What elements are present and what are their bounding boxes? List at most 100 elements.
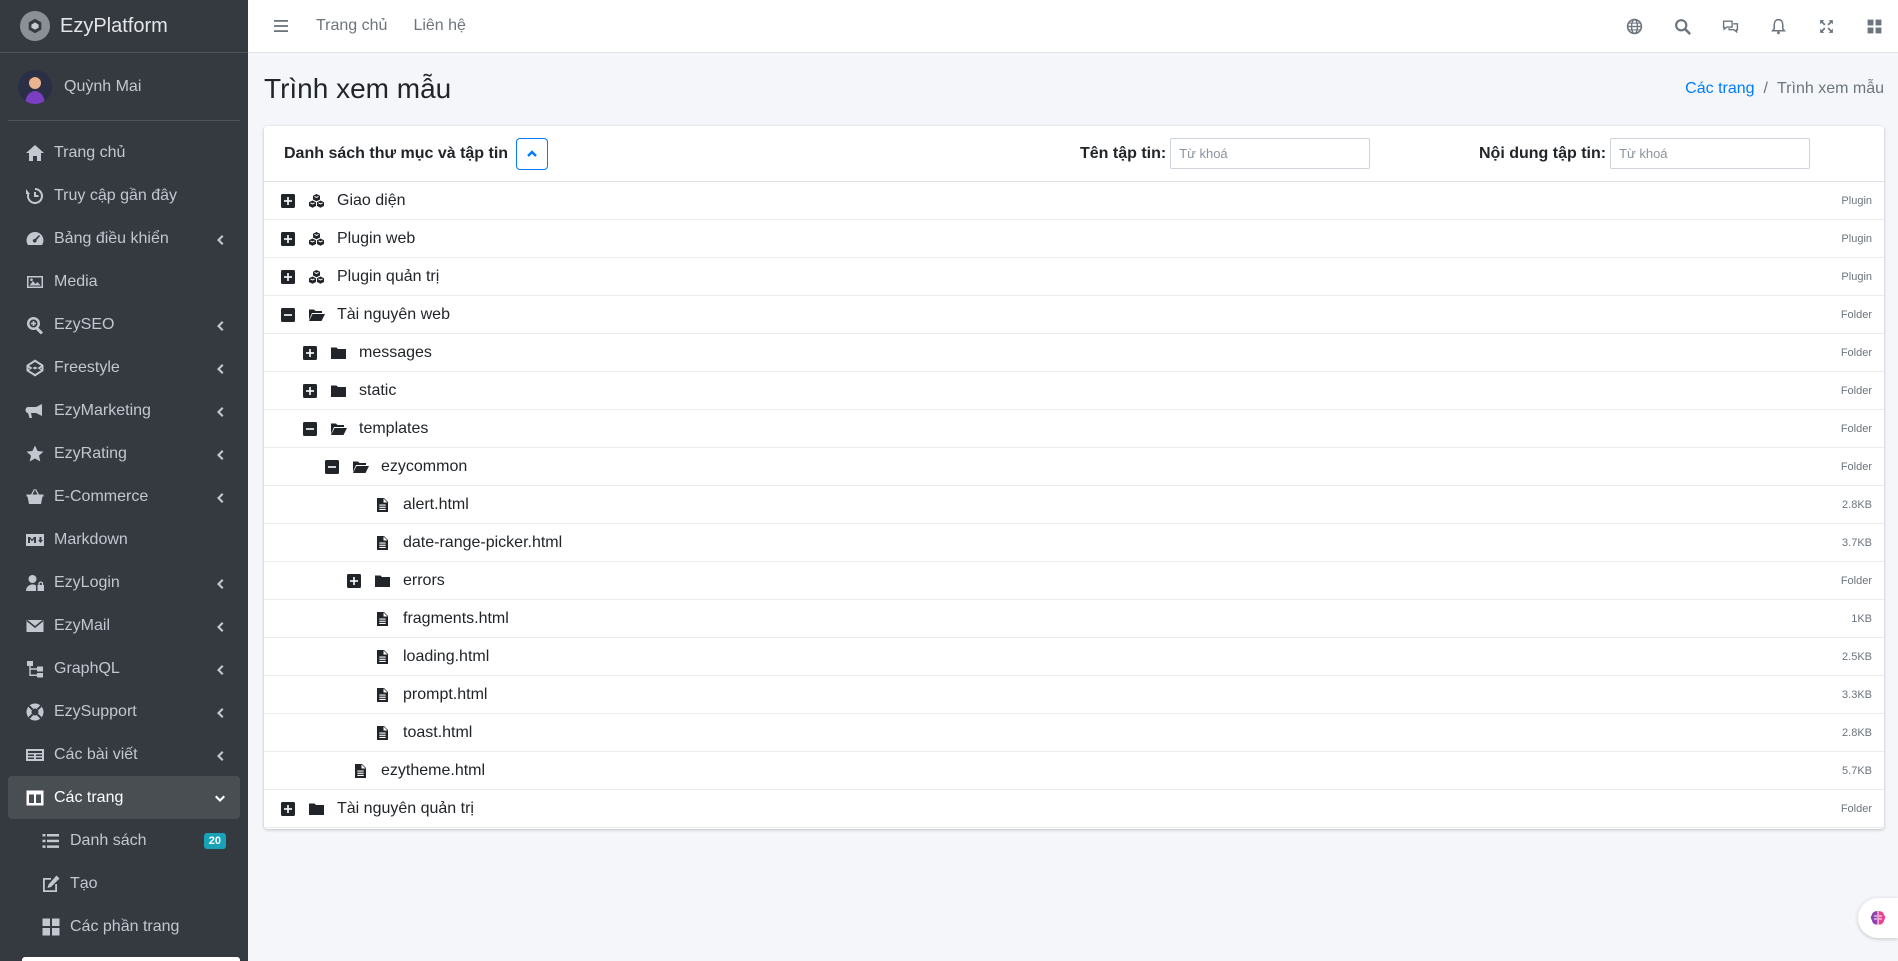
sidebar-item-các-phần-trang[interactable]: Các phần trang (8, 905, 240, 948)
language-button[interactable] (1610, 6, 1658, 46)
sidebar-item-label: Markdown (54, 530, 128, 548)
tree-item-name[interactable]: Plugin web (337, 230, 1841, 248)
sidebar-item-các-bài-viết[interactable]: Các bài viết (8, 733, 240, 776)
collapse-button[interactable] (516, 137, 549, 170)
sidebar-item-các-trang[interactable]: Các trang (8, 776, 240, 819)
expand-plus-icon[interactable] (281, 193, 295, 208)
sidebar-item-label: Tạo (70, 874, 98, 892)
folder-row[interactable]: messages Folder (264, 334, 1884, 372)
content-filter-label: Nội dung tập tin: (1479, 144, 1607, 162)
tree-item-name[interactable]: alert.html (403, 496, 1842, 514)
image-icon (24, 271, 46, 293)
chevron-up-icon (527, 149, 537, 157)
breadcrumb-separator: / (1763, 80, 1768, 97)
menu-toggle-button[interactable] (270, 15, 292, 37)
sidebar-item-markdown[interactable]: Markdown (8, 518, 240, 561)
sidebar-item-ezymarketing[interactable]: EzyMarketing (8, 389, 240, 432)
sidebar-item-ezyseo[interactable]: EzySEO (8, 303, 240, 346)
tree-item-name[interactable]: Tài nguyên web (337, 306, 1841, 324)
folder-row[interactable]: Plugin quản trị Plugin (264, 258, 1884, 296)
sidebar-item-label: Bảng điều khiển (54, 229, 169, 247)
expand-plus-icon[interactable] (303, 345, 317, 360)
sidebar-item-label: EzySupport (54, 702, 137, 720)
sidebar-item-freestyle[interactable]: Freestyle (8, 346, 240, 389)
expand-plus-icon[interactable] (303, 383, 317, 398)
brand-link[interactable]: EzyPlatform (0, 0, 248, 53)
file-row[interactable]: loading.html 2.5KB (264, 638, 1884, 676)
assistant-button[interactable] (1858, 898, 1898, 938)
user-name[interactable]: Quỳnh Mai (64, 78, 141, 96)
top-link-contact[interactable]: Liên hệ (413, 17, 466, 35)
tree-item-name[interactable]: messages (359, 344, 1841, 362)
sidebar-item-label: GraphQL (54, 659, 120, 677)
expand-plus-icon[interactable] (347, 573, 361, 588)
sidebar-item-media[interactable]: Media (8, 260, 240, 303)
sidebar-item-label: Các trang (54, 788, 124, 806)
collapse-minus-icon[interactable] (281, 307, 295, 322)
user-panel[interactable]: Quỳnh Mai (8, 53, 240, 121)
markdown-icon (24, 529, 46, 551)
folder-row[interactable]: errors Folder (264, 562, 1884, 600)
sidebar-item-danh-sách[interactable]: Danh sách 20 (8, 819, 240, 862)
tree-item-name[interactable]: errors (403, 572, 1841, 590)
item-type-label: Plugin (1841, 270, 1872, 283)
folder-row[interactable]: templates Folder (264, 410, 1884, 448)
folder-open-icon (329, 421, 347, 437)
expand-plus-icon[interactable] (281, 269, 295, 284)
tree-item-name[interactable]: prompt.html (403, 686, 1842, 704)
sidebar-item-ezyrating[interactable]: EzyRating (8, 432, 240, 475)
file-row[interactable]: alert.html 2.8KB (264, 486, 1884, 524)
folder-row[interactable]: Giao diện Plugin (264, 182, 1884, 220)
tree-item-name[interactable]: Giao diện (337, 192, 1841, 210)
sidebar-item-graphql[interactable]: GraphQL (8, 647, 240, 690)
sidebar-item-ezylogin[interactable]: EzyLogin (8, 561, 240, 604)
tree-item-name[interactable]: ezycommon (381, 458, 1841, 476)
sidebar-item-ezysupport[interactable]: EzySupport (8, 690, 240, 733)
tree-item-name[interactable]: static (359, 382, 1841, 400)
expand-plus-icon[interactable] (281, 801, 295, 816)
expand-plus-icon[interactable] (281, 231, 295, 246)
content-search-input[interactable] (1610, 138, 1811, 169)
top-link-home[interactable]: Trang chủ (316, 17, 387, 35)
folder-row[interactable]: ezycommon Folder (264, 448, 1884, 486)
home-icon (24, 142, 46, 164)
tree-item-name[interactable]: Plugin quản trị (337, 268, 1841, 286)
folder-row[interactable]: Plugin web Plugin (264, 220, 1884, 258)
folder-row[interactable]: Tài nguyên quản trị Folder (264, 790, 1884, 828)
collapse-minus-icon[interactable] (303, 421, 317, 436)
filename-search-input[interactable] (1170, 138, 1371, 169)
hamburger-icon (274, 20, 288, 32)
sidebar-item-ezymail[interactable]: EzyMail (8, 604, 240, 647)
tree-item-name[interactable]: ezytheme.html (381, 762, 1842, 780)
tree-item-name[interactable]: toast.html (403, 724, 1842, 742)
brand-logo-icon (20, 11, 50, 41)
breadcrumb-link-pages[interactable]: Các trang (1685, 80, 1754, 98)
edit-icon (40, 873, 62, 895)
file-row[interactable]: ezytheme.html 5.7KB (264, 752, 1884, 790)
tree-item-name[interactable]: fragments.html (403, 610, 1851, 628)
tree-item-name[interactable]: templates (359, 420, 1841, 438)
sidebar-item-trang-chủ[interactable]: Trang chủ (8, 131, 240, 174)
folder-row[interactable]: static Folder (264, 372, 1884, 410)
file-row[interactable]: date-range-picker.html 3.7KB (264, 524, 1884, 562)
sidebar-item-truy-cập-gần-đây[interactable]: Truy cập gần đây (8, 174, 240, 217)
folder-icon (329, 383, 347, 399)
sidebar-item-e-commerce[interactable]: E-Commerce (8, 475, 240, 518)
tree-item-name[interactable]: Tài nguyên quản trị (337, 800, 1841, 818)
chevron-left-icon (214, 319, 226, 331)
file-row[interactable]: toast.html 2.8KB (264, 714, 1884, 752)
file-row[interactable]: fragments.html 1KB (264, 600, 1884, 638)
tree-item-name[interactable]: loading.html (403, 648, 1842, 666)
folder-row[interactable]: Tài nguyên web Folder (264, 296, 1884, 334)
tree-item-name[interactable]: date-range-picker.html (403, 534, 1842, 552)
sidebar-item-tạo[interactable]: Tạo (8, 862, 240, 905)
notifications-button[interactable] (1754, 6, 1802, 46)
fullscreen-button[interactable] (1802, 6, 1850, 46)
collapse-minus-icon[interactable] (325, 459, 339, 474)
file-row[interactable]: prompt.html 3.3KB (264, 676, 1884, 714)
search-button[interactable] (1658, 6, 1706, 46)
sidebar-item-bảng-điều-khiển[interactable]: Bảng điều khiển (8, 217, 240, 260)
file-size: 2.8KB (1842, 498, 1872, 511)
apps-button[interactable] (1850, 6, 1898, 46)
messages-button[interactable] (1706, 6, 1754, 46)
